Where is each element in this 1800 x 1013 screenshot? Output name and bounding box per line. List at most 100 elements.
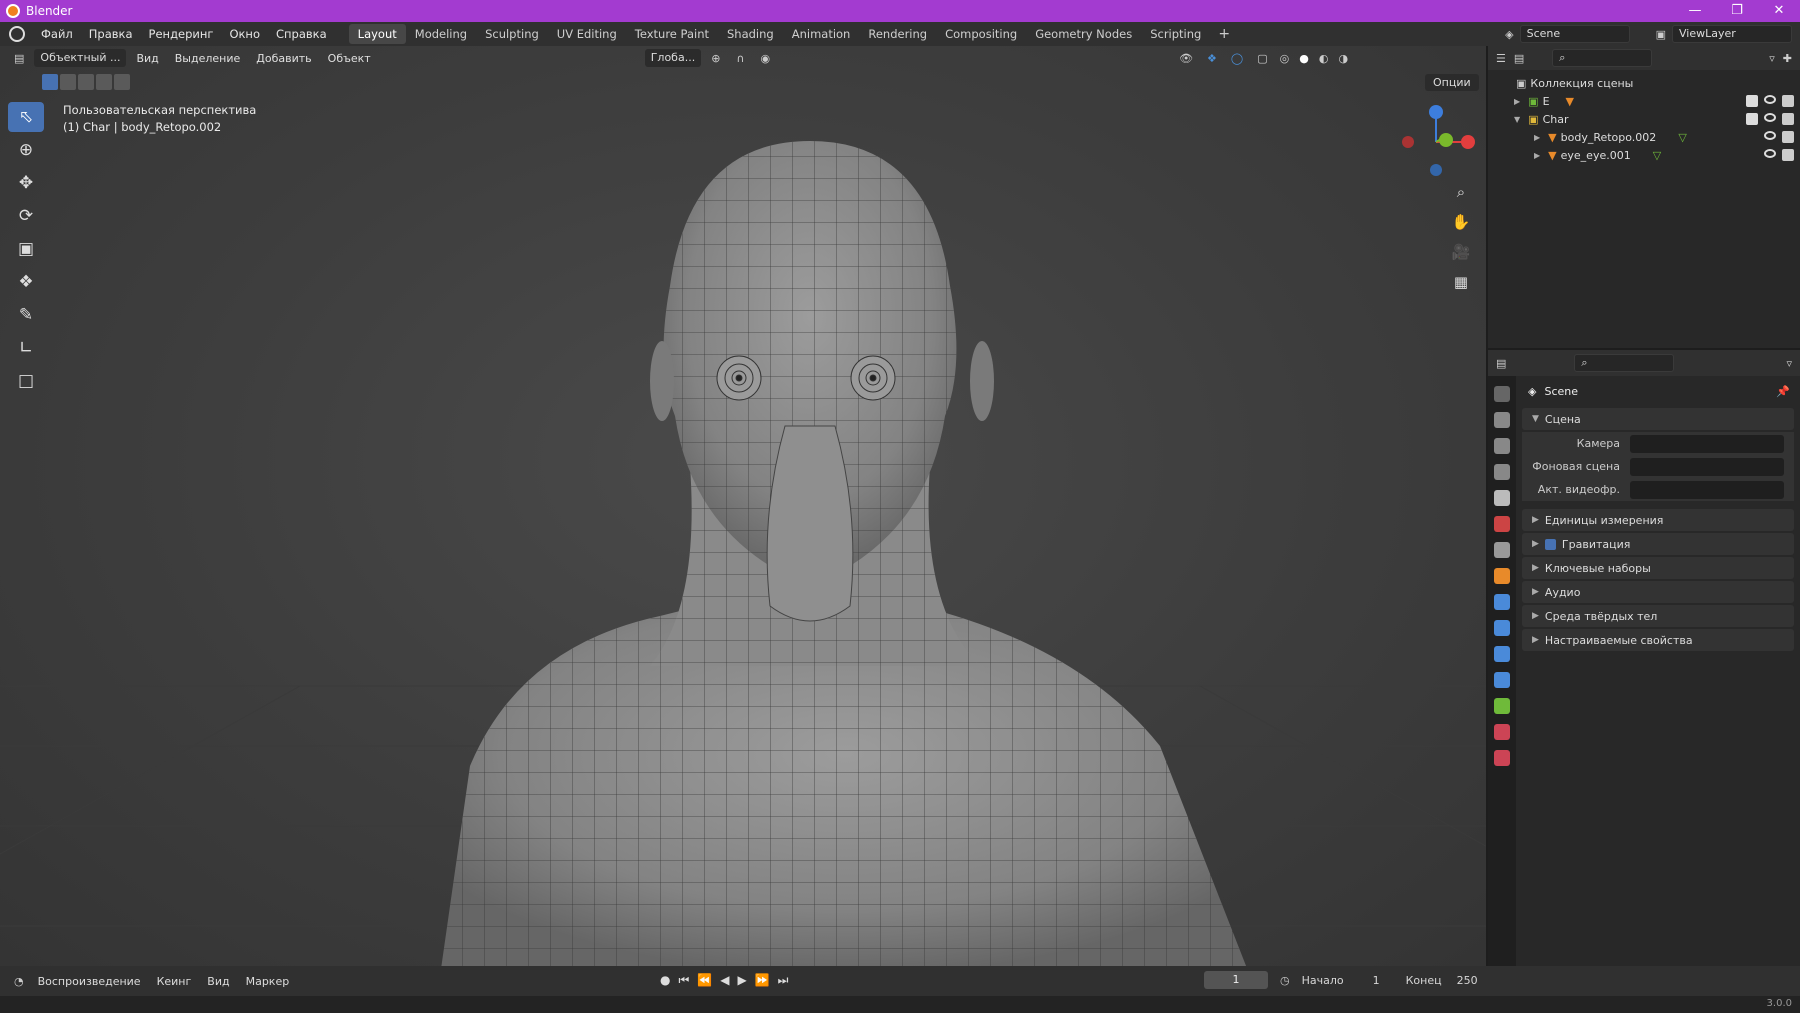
menu-window[interactable]: Окно — [221, 27, 268, 41]
outliner-item[interactable]: ▶ ▣ E ▼ — [1488, 92, 1800, 110]
properties-search-input[interactable]: ⌕ — [1574, 354, 1675, 372]
select-box-tool-icon[interactable]: ⬁ — [8, 102, 44, 132]
record-icon[interactable]: ● — [660, 973, 670, 988]
move-tool-icon[interactable]: ✥ — [8, 168, 44, 198]
properties-editor-icon[interactable]: ▤ — [1496, 357, 1506, 370]
data-tab-icon[interactable] — [1494, 698, 1510, 714]
add-workspace-icon[interactable]: + — [1210, 26, 1238, 42]
viewport-menu-select[interactable]: Выделение — [169, 52, 247, 65]
tool-tab-icon[interactable] — [1494, 386, 1510, 402]
maximize-icon[interactable]: ❐ — [1716, 0, 1758, 22]
expand-arrow-icon[interactable]: ▶ — [1514, 97, 1520, 106]
eye-icon[interactable] — [1764, 113, 1776, 122]
proportional-edit-icon[interactable]: ◉ — [754, 52, 776, 65]
timeline-menu-playback[interactable]: Воспроизведение — [32, 975, 147, 988]
tab-layout[interactable]: Layout — [348, 24, 406, 44]
camera-render-icon[interactable] — [1782, 113, 1794, 125]
constraints-tab-icon[interactable] — [1494, 672, 1510, 688]
select-new-icon[interactable] — [42, 74, 58, 90]
current-frame-field[interactable]: 1 — [1204, 971, 1268, 989]
viewport-menu-add[interactable]: Добавить — [250, 52, 317, 65]
outliner-root[interactable]: ▣ Коллекция сцены — [1488, 74, 1800, 92]
new-collection-icon[interactable]: ✚ — [1783, 52, 1792, 65]
custom-properties-panel[interactable]: ▶ Настраиваемые свойства — [1522, 629, 1794, 651]
output-tab-icon[interactable] — [1494, 438, 1510, 454]
options-dropdown[interactable]: Опции — [1425, 74, 1479, 91]
shading-rendered-icon[interactable]: ◑ — [1335, 52, 1351, 65]
timeline-editor-icon[interactable]: ◔ — [10, 975, 28, 988]
select-subtract-icon[interactable] — [78, 74, 94, 90]
menu-edit[interactable]: Правка — [81, 27, 141, 41]
perspective-grid-icon[interactable]: ▦ — [1449, 270, 1473, 294]
select-invert-icon[interactable] — [96, 74, 112, 90]
object-tab-icon[interactable] — [1494, 568, 1510, 584]
scene-tab-icon[interactable] — [1494, 490, 1510, 506]
timeline-menu-marker[interactable]: Маркер — [240, 975, 296, 988]
material-tab-icon[interactable] — [1494, 724, 1510, 740]
cursor-tool-icon[interactable]: ⊕ — [8, 135, 44, 165]
modifier-tab-icon[interactable] — [1494, 594, 1510, 610]
menu-file[interactable]: Файл — [33, 27, 81, 41]
select-intersect-icon[interactable] — [114, 74, 130, 90]
play-reverse-icon[interactable]: ◀ — [720, 973, 729, 988]
snap-icon[interactable]: ∩ — [730, 52, 750, 65]
overlay-toggle-icon[interactable]: ◯ — [1226, 52, 1248, 65]
view-layer-field[interactable]: ViewLayer — [1672, 25, 1792, 43]
shading-wireframe-icon[interactable]: ◎ — [1277, 52, 1293, 65]
camera-field[interactable] — [1630, 434, 1784, 453]
tab-scripting[interactable]: Scripting — [1141, 24, 1210, 44]
background-scene-field[interactable] — [1630, 457, 1784, 476]
outliner-item[interactable]: ▶ ▼ eye_eye.001 ▽ — [1488, 146, 1800, 164]
physics-tab-icon[interactable] — [1494, 646, 1510, 662]
shading-solid-icon[interactable]: ● — [1296, 52, 1312, 65]
outliner-item[interactable]: ▼ ▣ Char — [1488, 110, 1800, 128]
pan-hand-icon[interactable]: ✋ — [1449, 210, 1473, 234]
play-icon[interactable]: ▶ — [737, 973, 746, 988]
zoom-icon[interactable]: ⌕ — [1449, 180, 1473, 204]
units-panel[interactable]: ▶ Единицы измерения — [1522, 509, 1794, 531]
menu-help[interactable]: Справка — [268, 27, 335, 41]
outliner-editor-icon[interactable]: ☰ — [1496, 52, 1506, 65]
scene-section-header[interactable]: ▼ Сцена — [1522, 408, 1794, 430]
outliner-search-input[interactable]: ⌕ — [1552, 49, 1653, 67]
scene-icon[interactable]: ◈ — [1505, 28, 1513, 41]
prev-keyframe-icon[interactable]: ⏪ — [697, 973, 712, 988]
timeline-menu-keying[interactable]: Кеинг — [151, 975, 198, 988]
tab-animation[interactable]: Animation — [783, 24, 860, 44]
gizmo-toggle-icon[interactable]: ❖ — [1202, 52, 1222, 65]
mode-dropdown[interactable]: Объектный ... — [34, 49, 127, 67]
world-tab-icon[interactable] — [1494, 516, 1510, 532]
exclude-checkbox[interactable] — [1746, 113, 1758, 125]
gravity-panel[interactable]: ▶ Гравитация — [1522, 533, 1794, 555]
rotate-tool-icon[interactable]: ⟳ — [8, 201, 44, 231]
scene-name-field[interactable]: Scene — [1519, 25, 1630, 43]
3d-viewport[interactable]: ▤ Объектный ... Вид Выделение Добавить О… — [0, 46, 1486, 966]
close-icon[interactable]: ✕ — [1758, 0, 1800, 22]
exclude-checkbox[interactable] — [1746, 95, 1758, 107]
expand-arrow-icon[interactable]: ▶ — [1534, 133, 1540, 142]
add-cube-tool-icon[interactable]: □ — [8, 366, 44, 396]
navigation-gizmo[interactable] — [1396, 100, 1486, 190]
keying-sets-panel[interactable]: ▶ Ключевые наборы — [1522, 557, 1794, 579]
view-layer-tab-icon[interactable] — [1494, 464, 1510, 480]
shading-material-icon[interactable]: ◐ — [1316, 52, 1332, 65]
select-extend-icon[interactable] — [60, 74, 76, 90]
next-keyframe-icon[interactable]: ⏩ — [755, 973, 770, 988]
measure-tool-icon[interactable]: ∟ — [8, 333, 44, 363]
tab-uv-editing[interactable]: UV Editing — [548, 24, 626, 44]
annotate-tool-icon[interactable]: ✎ — [8, 300, 44, 330]
tab-sculpting[interactable]: Sculpting — [476, 24, 548, 44]
camera-render-icon[interactable] — [1782, 95, 1794, 107]
active-clip-field[interactable] — [1630, 480, 1784, 499]
camera-render-icon[interactable] — [1782, 149, 1794, 161]
timeline-menu-view[interactable]: Вид — [201, 975, 235, 988]
collection-tab-icon[interactable] — [1494, 542, 1510, 558]
viewport-menu-view[interactable]: Вид — [130, 52, 164, 65]
tab-texture-paint[interactable]: Texture Paint — [626, 24, 718, 44]
tab-modeling[interactable]: Modeling — [406, 24, 476, 44]
blender-menu-icon[interactable] — [9, 26, 25, 42]
clock-icon[interactable]: ◷ — [1280, 974, 1290, 987]
scale-tool-icon[interactable]: ▣ — [8, 234, 44, 264]
expand-arrow-icon[interactable]: ▶ — [1534, 151, 1540, 160]
end-frame-field[interactable]: 250 — [1448, 974, 1478, 987]
